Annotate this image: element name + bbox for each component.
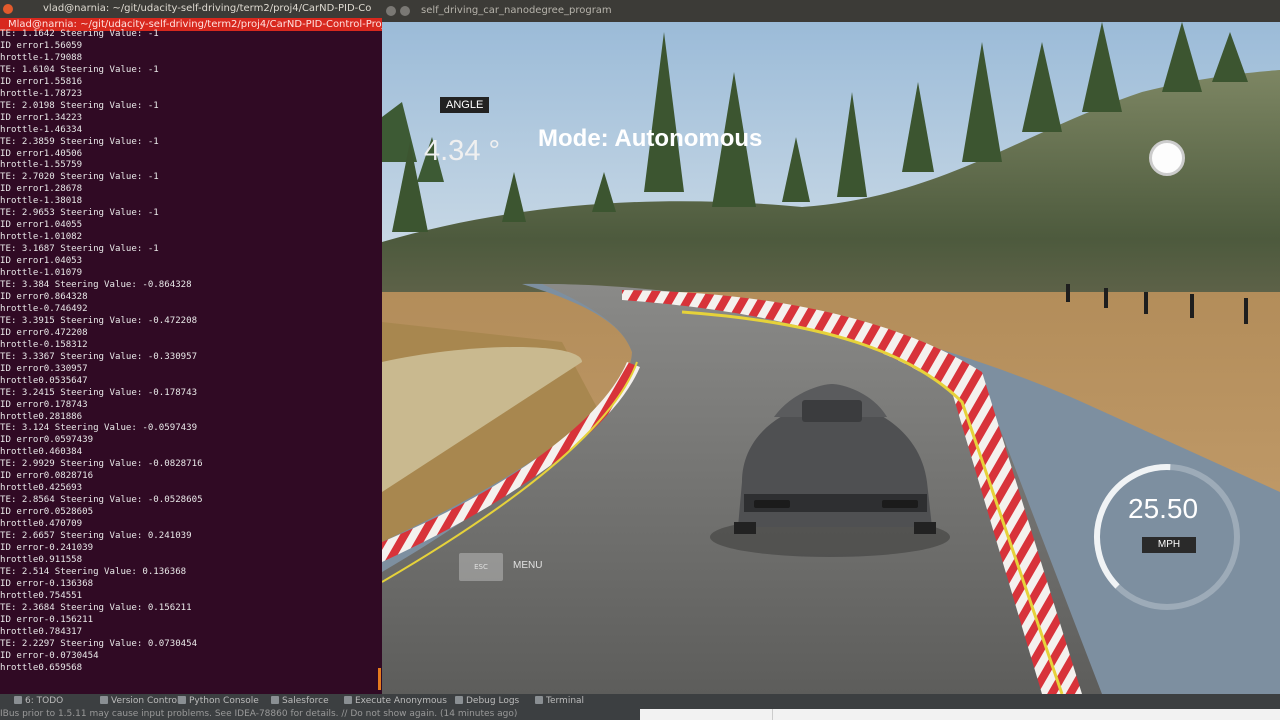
- terminal-line: ID error1.34223: [0, 112, 83, 123]
- tool-tab-salesforce[interactable]: Salesforce: [271, 694, 329, 709]
- debug-logs-icon: [455, 696, 463, 704]
- terminal-line: TE: 3.384 Steering Value: -0.864328: [0, 280, 192, 291]
- terminal-line: hrottle-1.78723: [0, 88, 83, 99]
- terminal-line: hrottle0.0535647: [0, 375, 88, 386]
- terminal-window[interactable]: vlad@narnia: ~/git/udacity-self-driving/…: [0, 0, 382, 694]
- terminal-line: TE: 2.2297 Steering Value: 0.0730454: [0, 638, 198, 649]
- terminal-line: ID error1.56059: [0, 40, 83, 51]
- todo-icon: [14, 696, 22, 704]
- terminal-line: TE: 2.3684 Steering Value: 0.156211: [0, 602, 192, 613]
- terminal-line: hrottle-1.38018: [0, 196, 83, 207]
- speed-unit: MPH: [1142, 537, 1196, 553]
- simulator-scene: [382, 22, 1280, 694]
- tool-tab-debug-logs[interactable]: Debug Logs: [455, 694, 519, 709]
- terminal-line: ID error-0.0730454: [0, 650, 99, 661]
- terminal-line: ID error-0.156211: [0, 614, 94, 625]
- tool-tab-execute-anonymous[interactable]: Execute Anonymous: [344, 694, 447, 709]
- tool-tab-terminal[interactable]: Terminal: [535, 694, 584, 709]
- terminal-line: ID error1.04055: [0, 220, 83, 231]
- terminal-line: TE: 2.0198 Steering Value: -1: [0, 100, 159, 111]
- angle-value: 4.34 °: [424, 135, 501, 167]
- tool-tab-todo[interactable]: 6: TODO: [14, 694, 63, 709]
- terminal-line: hrottle0.425693: [0, 483, 83, 494]
- terminal-line: TE: 1.6104 Steering Value: -1: [0, 64, 159, 75]
- python-console-icon: [178, 696, 186, 704]
- terminal-line: ID error0.864328: [0, 291, 88, 302]
- menu-label[interactable]: MENU: [513, 560, 542, 571]
- terminal-line: ID error-0.136368: [0, 578, 94, 589]
- tool-tab-python-console[interactable]: Python Console: [178, 694, 259, 709]
- terminal-line: ID error1.55816: [0, 76, 83, 87]
- terminal-line: ID error0.330957: [0, 363, 88, 374]
- terminal-line: TE: 1.1642 Steering Value: -1: [0, 29, 159, 39]
- minimize-icon[interactable]: [400, 6, 410, 16]
- terminal-line: hrottle-1.01079: [0, 268, 83, 279]
- version-control-icon: [100, 696, 108, 704]
- ide-status-right: [640, 709, 1280, 720]
- terminal-line: hrottle0.659568: [0, 662, 83, 673]
- terminal-line: TE: 2.514 Steering Value: 0.136368: [0, 566, 187, 577]
- terminal-line: ID error0.0597439: [0, 435, 94, 446]
- terminal-line: hrottle-1.01082: [0, 232, 83, 243]
- close-icon[interactable]: [3, 4, 13, 14]
- terminal-line: TE: 2.9929 Steering Value: -0.0828716: [0, 459, 203, 470]
- terminal-line: hrottle0.754551: [0, 590, 83, 601]
- terminal-line: TE: 2.3859 Steering Value: -1: [0, 136, 159, 147]
- terminal-line: TE: 3.2415 Steering Value: -0.178743: [0, 387, 198, 398]
- terminal-line: hrottle-1.55759: [0, 160, 83, 171]
- terminal-window-title: vlad@narnia: ~/git/udacity-self-driving/…: [43, 3, 372, 14]
- terminal-line: hrottle0.281886: [0, 411, 83, 422]
- terminal-line: ID error0.178743: [0, 399, 88, 410]
- angle-label: ANGLE: [440, 97, 490, 113]
- terminal-line: TE: 2.9653 Steering Value: -1: [0, 208, 159, 219]
- salesforce-icon: [271, 696, 279, 704]
- terminal-line: ID error1.28678: [0, 184, 83, 195]
- terminal-line: ID error0.0828716: [0, 471, 94, 482]
- terminal-line: hrottle0.460384: [0, 447, 83, 458]
- tool-tab-version-control[interactable]: Version Control: [100, 694, 180, 709]
- esc-menu-button[interactable]: ESC: [459, 553, 503, 581]
- ide-tool-window-bar: 6: TODO Version Control Python Console S…: [0, 694, 1280, 709]
- terminal-line: TE: 2.6657 Steering Value: 0.241039: [0, 531, 192, 542]
- terminal-line: hrottle-0.746492: [0, 303, 88, 314]
- terminal-line: TE: 2.7020 Steering Value: -1: [0, 172, 159, 183]
- simulator-titlebar[interactable]: self_driving_car_nanodegree_program: [382, 0, 1280, 22]
- speed-value: 25.50: [1128, 493, 1199, 524]
- ide-status-message[interactable]: IBus prior to 1.5.11 may cause input pro…: [0, 709, 640, 720]
- terminal-titlebar[interactable]: vlad@narnia: ~/git/udacity-self-driving/…: [0, 0, 382, 18]
- terminal-line: hrottle0.784317: [0, 626, 83, 637]
- terminal-line: hrottle0.911558: [0, 554, 83, 565]
- terminal-line: TE: 2.8564 Steering Value: -0.0528605: [0, 495, 203, 506]
- terminal-line: ID error-0.241039: [0, 542, 94, 553]
- terminal-line: hrottle-0.158312: [0, 339, 88, 350]
- terminal-line: ID error0.472208: [0, 327, 88, 338]
- terminal-line: ID error1.04053: [0, 256, 83, 267]
- simulator-window[interactable]: self_driving_car_nanodegree_program ANGL…: [382, 0, 1280, 694]
- mode-label: Mode: Autonomous: [538, 125, 763, 152]
- record-toggle-button[interactable]: [1149, 140, 1185, 176]
- execute-icon: [344, 696, 352, 704]
- simulator-window-title: self_driving_car_nanodegree_program: [421, 5, 612, 16]
- terminal-cursor: [378, 668, 381, 690]
- terminal-line: ID error1.40506: [0, 148, 83, 159]
- terminal-line: hrottle-1.79088: [0, 52, 83, 63]
- terminal-output[interactable]: TE: 1.1642 Steering Value: -1 ID error1.5…: [0, 29, 382, 674]
- terminal-icon: [535, 696, 543, 704]
- close-icon[interactable]: [386, 6, 396, 16]
- terminal-line: TE: 3.1687 Steering Value: -1: [0, 244, 159, 255]
- terminal-line: ID error0.0528605: [0, 507, 94, 518]
- terminal-line: TE: 3.124 Steering Value: -0.0597439: [0, 423, 198, 434]
- terminal-line: TE: 3.3367 Steering Value: -0.330957: [0, 351, 198, 362]
- terminal-line: TE: 3.3915 Steering Value: -0.472208: [0, 315, 198, 326]
- terminal-line: hrottle-1.46334: [0, 124, 83, 135]
- terminal-line: hrottle0.470709: [0, 519, 83, 530]
